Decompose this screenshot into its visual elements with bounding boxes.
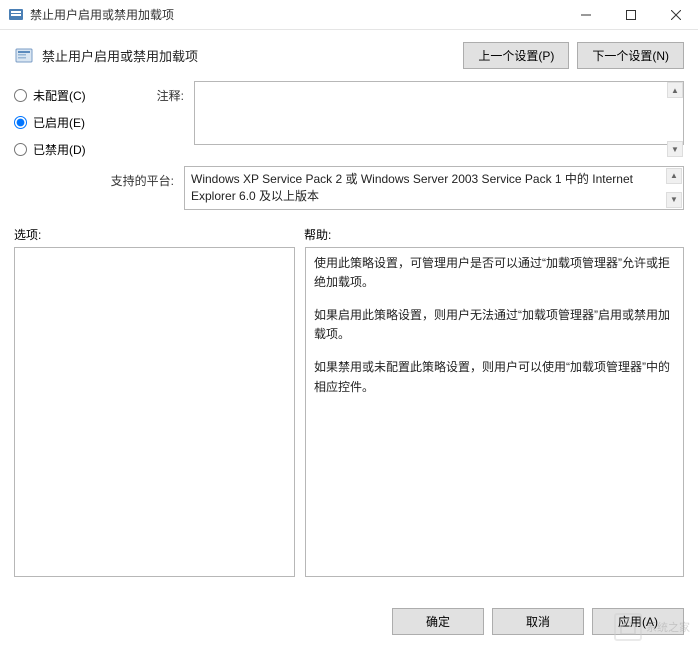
platform-row: 支持的平台: Windows XP Service Pack 2 或 Windo… xyxy=(0,162,698,220)
app-icon xyxy=(8,7,24,23)
comment-field-wrap: ▲ ▼ xyxy=(194,81,684,158)
radio-group: 未配置(C) 已启用(E) 已禁用(D) xyxy=(14,81,114,158)
scroll-up-icon[interactable]: ▲ xyxy=(666,168,682,184)
minimize-button[interactable] xyxy=(563,0,608,30)
options-panel xyxy=(14,247,295,577)
radio-enabled[interactable]: 已启用(E) xyxy=(14,114,114,131)
close-button[interactable] xyxy=(653,0,698,30)
platform-text: Windows XP Service Pack 2 或 Windows Serv… xyxy=(184,166,684,210)
prev-setting-button[interactable]: 上一个设置(P) xyxy=(463,42,569,69)
help-panel: 使用此策略设置，可管理用户是否可以通过“加载项管理器”允许或拒绝加载项。 如果启… xyxy=(305,247,684,577)
nav-buttons: 上一个设置(P) 下一个设置(N) xyxy=(463,42,684,69)
scroll-down-icon[interactable]: ▼ xyxy=(666,192,682,208)
platform-text-value: Windows XP Service Pack 2 或 Windows Serv… xyxy=(191,172,633,203)
scroll-up-icon[interactable]: ▲ xyxy=(667,82,683,98)
policy-title: 禁止用户启用或禁用加载项 xyxy=(42,46,463,65)
radio-disabled-input[interactable] xyxy=(14,143,27,156)
window-controls xyxy=(563,0,698,30)
radio-not-configured-label: 未配置(C) xyxy=(33,87,86,104)
panels: 使用此策略设置，可管理用户是否可以通过“加载项管理器”允许或拒绝加载项。 如果启… xyxy=(0,247,698,577)
titlebar: 禁止用户启用或禁用加载项 xyxy=(0,0,698,30)
comment-label: 注释: xyxy=(124,81,184,158)
ok-button[interactable]: 确定 xyxy=(392,608,484,635)
radio-not-configured[interactable]: 未配置(C) xyxy=(14,87,114,104)
scroll-down-icon[interactable]: ▼ xyxy=(667,141,683,157)
radio-enabled-label: 已启用(E) xyxy=(33,114,85,131)
apply-button[interactable]: 应用(A) xyxy=(592,608,684,635)
header-row: 禁止用户启用或禁用加载项 上一个设置(P) 下一个设置(N) xyxy=(0,30,698,77)
next-setting-button[interactable]: 下一个设置(N) xyxy=(577,42,684,69)
comment-input[interactable] xyxy=(194,81,684,145)
help-paragraph: 使用此策略设置，可管理用户是否可以通过“加载项管理器”允许或拒绝加载项。 xyxy=(314,254,675,292)
radio-disabled-label: 已禁用(D) xyxy=(33,141,86,158)
config-row: 未配置(C) 已启用(E) 已禁用(D) 注释: ▲ ▼ xyxy=(0,77,698,162)
help-label: 帮助: xyxy=(304,226,331,243)
options-label: 选项: xyxy=(14,226,304,243)
platform-label: 支持的平台: xyxy=(14,166,174,210)
help-paragraph: 如果禁用或未配置此策略设置，则用户可以使用“加载项管理器”中的相应控件。 xyxy=(314,358,675,396)
radio-not-configured-input[interactable] xyxy=(14,89,27,102)
window-title: 禁止用户启用或禁用加载项 xyxy=(30,6,563,23)
radio-disabled[interactable]: 已禁用(D) xyxy=(14,141,114,158)
radio-enabled-input[interactable] xyxy=(14,116,27,129)
maximize-button[interactable] xyxy=(608,0,653,30)
cancel-button[interactable]: 取消 xyxy=(492,608,584,635)
section-labels: 选项: 帮助: xyxy=(0,220,698,247)
help-paragraph: 如果启用此策略设置，则用户无法通过“加载项管理器”启用或禁用加载项。 xyxy=(314,306,675,344)
footer: 确定 取消 应用(A) xyxy=(392,608,684,635)
policy-icon xyxy=(14,46,34,66)
